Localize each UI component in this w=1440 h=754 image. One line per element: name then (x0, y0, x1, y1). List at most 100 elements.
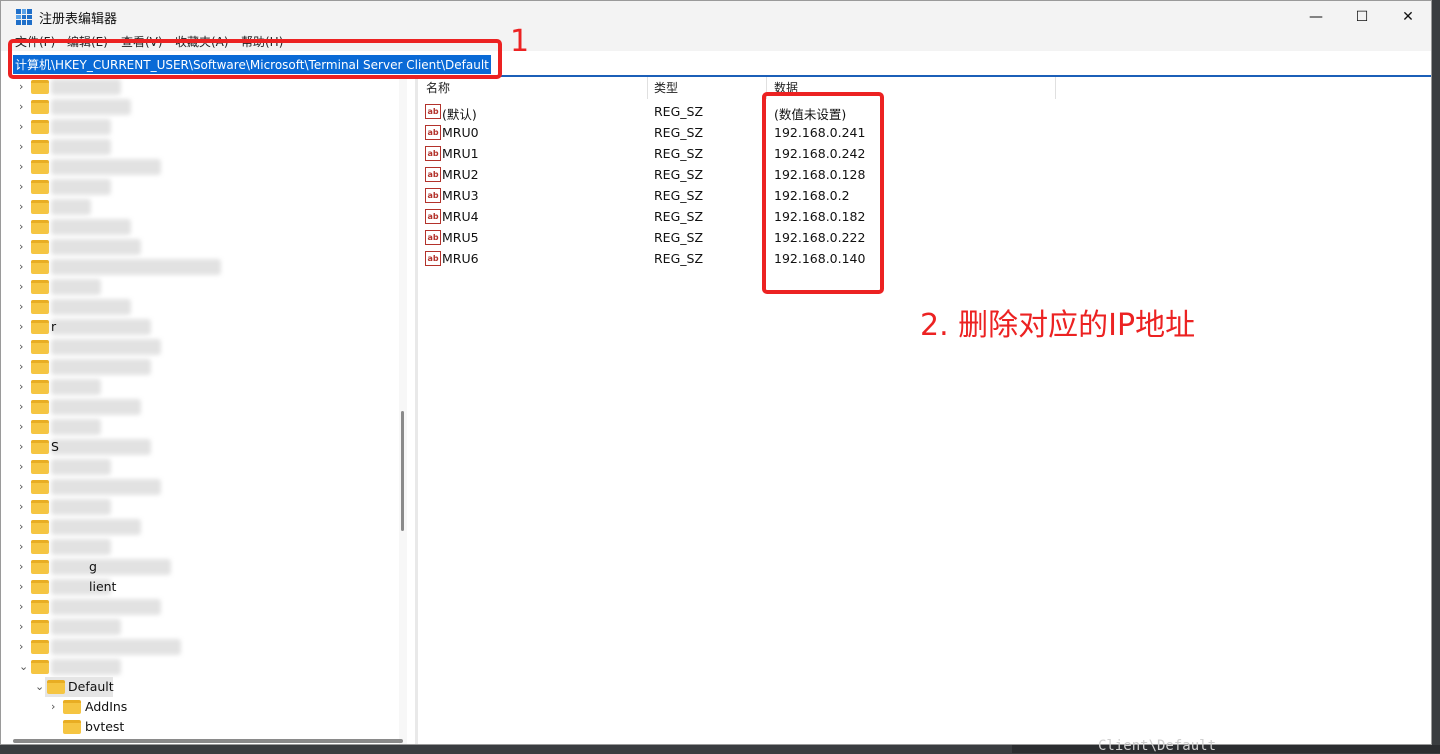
tree-item[interactable]: › (1, 597, 401, 617)
chevron-right-icon[interactable]: › (19, 620, 23, 633)
close-button[interactable]: ✕ (1385, 1, 1431, 33)
tree-item-addins[interactable]: AddIns (85, 699, 127, 714)
tree-item[interactable]: › (1, 217, 401, 237)
tree-item[interactable]: › (1, 637, 401, 657)
tree-item[interactable]: › (1, 417, 401, 437)
string-value-icon: ab (425, 104, 441, 119)
tree-item-label[interactable]: S (51, 439, 59, 454)
tree-item[interactable]: › (1, 137, 401, 157)
chevron-right-icon[interactable]: › (19, 600, 23, 613)
tree-item[interactable]: › (1, 177, 401, 197)
tree-item[interactable]: › (1, 277, 401, 297)
tree-item[interactable]: › (1, 617, 401, 637)
value-row[interactable]: ab MRU2 REG_SZ 192.168.0.128 (419, 164, 1419, 185)
chevron-right-icon[interactable]: › (19, 540, 23, 553)
pane-splitter[interactable] (415, 77, 418, 744)
chevron-right-icon[interactable]: › (19, 380, 23, 393)
tree-item-label-default[interactable]: Default (68, 679, 114, 694)
value-list-pane: 名称 类型 数据 ab (默认) REG_SZ (数值未设置) ab MRU0 REG_SZ… (419, 77, 1429, 744)
value-type: REG_SZ (654, 251, 704, 266)
value-row[interactable]: ab MRU4 REG_SZ 192.168.0.182 (419, 206, 1419, 227)
column-header-type[interactable]: 类型 (654, 79, 678, 96)
obscured-key-name (51, 219, 131, 235)
value-row[interactable]: ab MRU1 REG_SZ 192.168.0.242 (419, 143, 1419, 164)
tree-item-label[interactable]: r (51, 319, 56, 334)
chevron-down-icon[interactable]: ⌄ (35, 680, 44, 693)
chevron-right-icon[interactable]: › (19, 560, 23, 573)
chevron-right-icon[interactable]: › (51, 700, 55, 713)
tree-item[interactable]: › (1, 477, 401, 497)
chevron-right-icon[interactable]: › (19, 640, 23, 653)
tree-item[interactable]: › (1, 497, 401, 517)
chevron-right-icon[interactable]: › (19, 440, 23, 453)
value-type: REG_SZ (654, 209, 704, 224)
tree-item[interactable]: › (1, 397, 401, 417)
tree-item[interactable]: › (1, 237, 401, 257)
obscured-key-name (51, 139, 111, 155)
annotation-step-1: 1 (510, 24, 530, 59)
chevron-right-icon[interactable]: › (19, 320, 23, 333)
column-divider[interactable] (1055, 77, 1056, 99)
tree-horizontal-scrollbar[interactable] (13, 739, 403, 743)
chevron-right-icon[interactable]: › (19, 280, 23, 293)
value-row[interactable]: ab MRU6 REG_SZ 192.168.0.140 (419, 248, 1419, 269)
tree-item[interactable]: › (1, 377, 401, 397)
chevron-right-icon[interactable]: › (19, 420, 23, 433)
tree-item[interactable]: › (1, 517, 401, 537)
chevron-right-icon[interactable]: › (19, 480, 23, 493)
tree-item[interactable]: › (1, 437, 401, 457)
tree-item[interactable]: › (1, 317, 401, 337)
chevron-right-icon[interactable]: › (19, 220, 23, 233)
obscured-key-name (51, 379, 101, 395)
chevron-right-icon[interactable]: › (19, 340, 23, 353)
chevron-right-icon[interactable]: › (19, 120, 23, 133)
chevron-right-icon[interactable]: › (19, 500, 23, 513)
obscured-key-name (51, 659, 121, 675)
column-header-name[interactable]: 名称 (426, 79, 450, 96)
tree-item[interactable]: › (1, 97, 401, 117)
tree-item[interactable]: › (1, 457, 401, 477)
minimize-button[interactable]: — (1293, 1, 1339, 33)
tree-item[interactable]: › (1, 337, 401, 357)
chevron-right-icon[interactable]: › (19, 200, 23, 213)
tree-item[interactable]: › (1, 297, 401, 317)
column-divider[interactable] (647, 77, 648, 99)
string-value-icon: ab (425, 125, 441, 140)
tree-item[interactable]: › (1, 557, 401, 577)
value-row[interactable]: ab MRU0 REG_SZ 192.168.0.241 (419, 122, 1419, 143)
chevron-right-icon[interactable]: › (19, 260, 23, 273)
chevron-right-icon[interactable]: › (19, 460, 23, 473)
tree-item[interactable]: › (1, 577, 401, 597)
tree-item-label[interactable]: g (89, 559, 97, 574)
chevron-right-icon[interactable]: › (19, 520, 23, 533)
chevron-down-icon[interactable]: ⌄ (19, 660, 28, 673)
chevron-right-icon[interactable]: › (19, 400, 23, 413)
tree-item[interactable]: ⌄ (1, 657, 401, 677)
tree-item[interactable]: › (1, 197, 401, 217)
chevron-right-icon[interactable]: › (19, 80, 23, 93)
maximize-button[interactable]: ☐ (1339, 1, 1385, 33)
chevron-right-icon[interactable]: › (19, 160, 23, 173)
tree-item[interactable]: › (1, 77, 401, 97)
highlight-box-data (762, 92, 884, 294)
tree-item[interactable]: › (1, 117, 401, 137)
tree-item-label[interactable]: lient (89, 579, 116, 594)
chevron-right-icon[interactable]: › (19, 140, 23, 153)
tree-item-bvtest[interactable]: bvtest (85, 719, 124, 734)
value-row[interactable]: ab (默认) REG_SZ (数值未设置) (419, 101, 1419, 122)
tree-item[interactable]: › (1, 157, 401, 177)
tree-item[interactable]: › (1, 537, 401, 557)
value-row[interactable]: ab MRU3 REG_SZ 192.168.0.2 (419, 185, 1419, 206)
chevron-right-icon[interactable]: › (19, 360, 23, 373)
value-row[interactable]: ab MRU5 REG_SZ 192.168.0.222 (419, 227, 1419, 248)
tree-item[interactable]: › (1, 357, 401, 377)
chevron-right-icon[interactable]: › (19, 100, 23, 113)
chevron-right-icon[interactable]: › (19, 180, 23, 193)
chevron-right-icon[interactable]: › (19, 300, 23, 313)
tree-scrollbar[interactable] (399, 77, 407, 744)
folder-icon (31, 200, 49, 214)
tree-item[interactable]: › (1, 257, 401, 277)
tree-scrollbar-thumb[interactable] (401, 411, 404, 531)
chevron-right-icon[interactable]: › (19, 240, 23, 253)
chevron-right-icon[interactable]: › (19, 580, 23, 593)
